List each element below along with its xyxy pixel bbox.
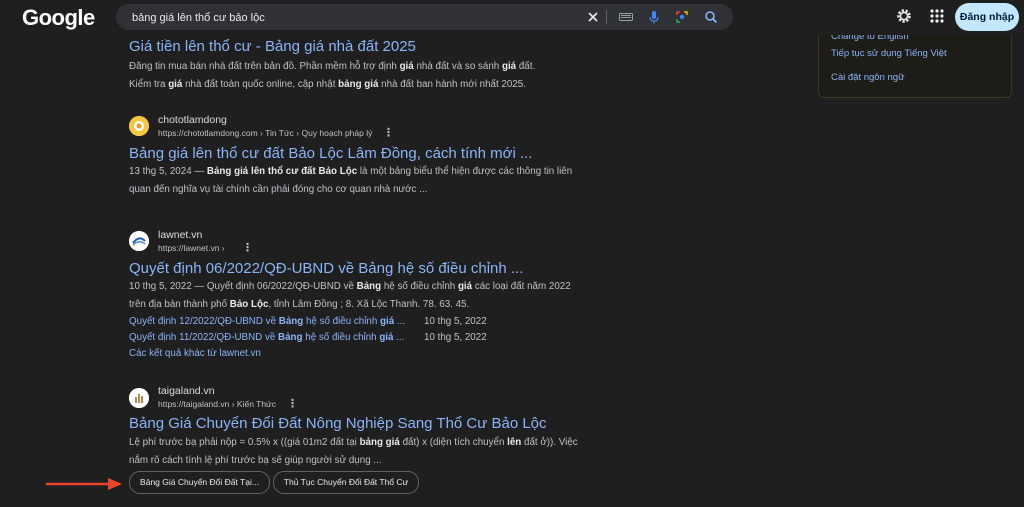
lens-icon[interactable]	[674, 9, 690, 25]
more-options-icon[interactable]: ⋮	[383, 126, 394, 139]
snippet-line: Kiểm tra giá nhà đất toàn quốc online, c…	[129, 76, 609, 94]
snippet-text: trên địa bàn thành phố	[129, 299, 230, 310]
snippet-text: Lệ phí trước bạ phải nộp = 0.5% x ((giá …	[129, 437, 360, 448]
highlighted-keyword: Bảng	[278, 332, 303, 343]
result-title-link[interactable]: Quyết định 06/2022/QĐ-UBND về Bảng hệ số…	[129, 260, 523, 277]
chototlamdong-favicon-icon	[129, 116, 149, 136]
highlighted-keyword: giá	[379, 332, 394, 343]
result-site-name[interactable]: chototlamdong	[158, 114, 227, 126]
result-site-name[interactable]: taigaland.vn	[158, 385, 215, 397]
snippet-text: 13 thg 5, 2024 —	[129, 166, 207, 177]
voice-search-icon[interactable]	[646, 9, 662, 25]
snippet-text: nhà đất ban hành mới nhất 2025.	[378, 79, 526, 90]
annotation-arrow-icon	[46, 478, 122, 490]
highlighted-keyword: bảng giá	[338, 79, 379, 90]
snippet-text: nhà đất và so sánh	[413, 61, 502, 72]
snippet-line: Đăng tin mua bán nhà đất trên bản đồ. Ph…	[129, 58, 609, 76]
snippet-line: Lệ phí trước bạ phải nộp = 0.5% x ((giá …	[129, 434, 609, 452]
snippet-line: 13 thg 5, 2024 — Bảng giá lên thổ cư đất…	[129, 163, 609, 181]
snippet-text: đất) x (diện tích chuyển	[399, 437, 508, 448]
related-chip[interactable]: Thủ Tục Chuyển Đổi Đất Thổ Cư	[273, 471, 419, 494]
highlighted-keyword: giá	[501, 61, 517, 72]
google-logo[interactable]: Google	[22, 5, 95, 31]
lawnet-favicon-icon	[129, 231, 149, 251]
keyboard-icon[interactable]	[618, 9, 634, 25]
highlighted-keyword: lên	[507, 437, 522, 448]
snippet-text: quan đến nghĩa vụ tài chính cần phải đón…	[129, 184, 428, 195]
result-snippet: 13 thg 5, 2024 — Bảng giá lên thổ cư đất…	[129, 163, 609, 199]
result-title-link[interactable]: Bảng giá lên thổ cư đất Bảo Lộc Lâm Đồng…	[129, 145, 532, 162]
sitelink-date: 10 thg 5, 2022	[424, 316, 487, 327]
highlighted-keyword: Bảng	[278, 316, 304, 327]
more-options-icon[interactable]: ⋮	[242, 241, 253, 254]
snippet-text: là một bảng biểu thể hiện được các thông…	[357, 166, 573, 177]
highlighted-keyword: bảng giá	[359, 437, 400, 448]
search-input[interactable]	[130, 4, 574, 32]
continue-vietnamese-link[interactable]: Tiếp tục sử dụng Tiếng Việt	[831, 48, 947, 59]
result-site-name[interactable]: lawnet.vn	[158, 229, 202, 241]
result-url[interactable]: https://chototlamdong.com › Tin Tức › Qu…	[158, 128, 372, 138]
more-results-link[interactable]: Các kết quả khác từ lawnet.vn	[129, 348, 261, 359]
snippet-text: nhà đất toàn quốc online, cập nhật	[182, 79, 339, 90]
snippet-text: các loại đất năm 2022	[472, 281, 571, 292]
result-snippet: 10 thg 5, 2022 — Quyết định 06/2022/QĐ-U…	[129, 278, 609, 314]
highlighted-keyword: Bảng	[356, 281, 382, 292]
divider	[606, 10, 607, 24]
sitelink-date: 10 thg 5, 2022	[424, 332, 487, 343]
highlighted-keyword: giá	[380, 316, 395, 327]
snippet-text: đất.	[516, 61, 536, 72]
snippet-text: nắm rõ cách tính lệ phí trước bạ sẽ giúp…	[129, 455, 382, 466]
snippet-text: Quyết định 11/2022/QĐ-UBND về	[129, 332, 279, 343]
taigaland-favicon-icon	[129, 388, 149, 408]
snippet-text: 10 thg 5, 2022 — Quyết định 06/2022/QĐ-U…	[129, 281, 357, 292]
result-title-link[interactable]: Giá tiền lên thổ cư - Bảng giá nhà đất 2…	[129, 38, 416, 55]
snippet-line: trên địa bàn thành phố Bảo Lộc, tỉnh Lâm…	[129, 296, 609, 314]
result-url[interactable]: https://lawnet.vn ›	[158, 243, 225, 253]
snippet-text: đất ở)). Việc	[521, 437, 578, 448]
snippet-text: ...	[394, 316, 406, 327]
snippet-text: hệ số điều chỉnh	[303, 316, 381, 327]
highlighted-keyword: Bảng giá lên thổ cư đất Bảo Lộc	[206, 166, 358, 177]
snippet-text: , tỉnh Lâm Đồng ; 8. Xã Lộc Thanh. 78. 6…	[268, 299, 470, 310]
search-box[interactable]	[116, 4, 733, 32]
related-chip[interactable]: Bảng Giá Chuyển Đổi Đất Tại...	[129, 471, 270, 494]
highlighted-keyword: giá	[457, 281, 473, 292]
highlighted-keyword: Bảo Lộc	[229, 299, 269, 310]
result-url[interactable]: https://taigaland.vn › Kiến Thức	[158, 399, 276, 409]
snippet-text: hệ số điều chỉnh	[302, 332, 380, 343]
snippet-text: hệ số điều chỉnh	[381, 281, 458, 292]
snippet-line: 10 thg 5, 2022 — Quyết định 06/2022/QĐ-U…	[129, 278, 609, 296]
result-snippet: Lệ phí trước bạ phải nộp = 0.5% x ((giá …	[129, 434, 609, 470]
result-title-link[interactable]: Bảng Giá Chuyển Đổi Đất Nông Nghiệp Sang…	[129, 415, 547, 432]
language-settings-link[interactable]: Cài đặt ngôn ngữ	[831, 72, 904, 83]
snippet-text: ...	[393, 332, 405, 343]
login-button[interactable]: Đăng nhập	[955, 3, 1019, 31]
sitelink[interactable]: Quyết định 11/2022/QĐ-UBND về Bảng hệ số…	[129, 332, 404, 343]
snippet-line: nắm rõ cách tính lệ phí trước bạ sẽ giúp…	[129, 452, 609, 470]
snippet-text: Đăng tin mua bán nhà đất trên bản đồ. Ph…	[129, 61, 400, 72]
settings-gear-icon[interactable]	[895, 7, 913, 25]
highlighted-keyword: giá	[168, 79, 183, 90]
more-options-icon[interactable]: ⋮	[287, 397, 298, 410]
search-icon[interactable]	[703, 9, 719, 25]
clear-icon[interactable]	[585, 9, 601, 25]
result-snippet: Đăng tin mua bán nhà đất trên bản đồ. Ph…	[129, 58, 609, 94]
snippet-text: Kiểm tra	[129, 79, 169, 90]
snippet-text: Quyết định 12/2022/QĐ-UBND về	[129, 316, 279, 327]
sitelink[interactable]: Quyết định 12/2022/QĐ-UBND về Bảng hệ số…	[129, 316, 405, 327]
header: Google bảng giá lên thổ cư bảo lộc Đăng …	[0, 0, 1024, 35]
snippet-line: quan đến nghĩa vụ tài chính cần phải đón…	[129, 181, 609, 199]
highlighted-keyword: giá	[399, 61, 414, 72]
apps-grid-icon[interactable]	[928, 7, 946, 25]
